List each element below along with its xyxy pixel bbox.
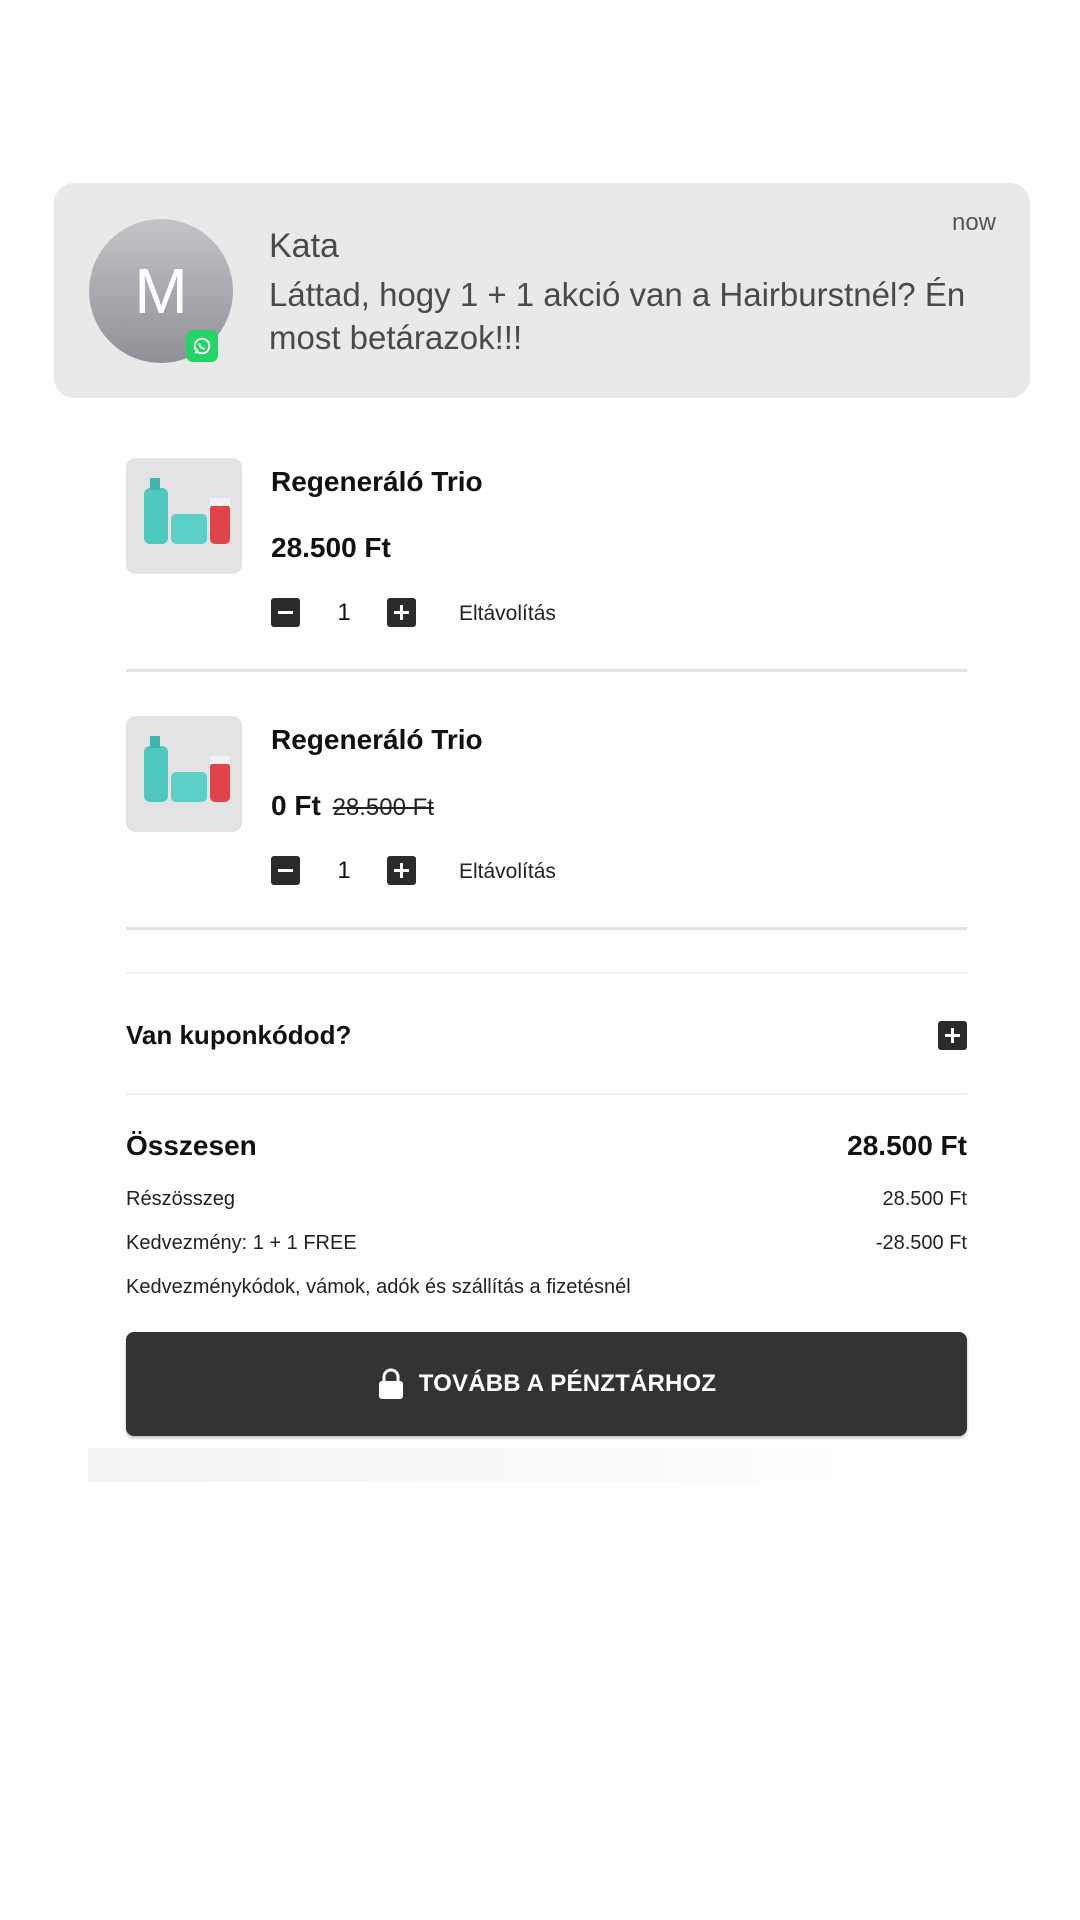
- divider: [126, 1093, 967, 1095]
- discount-value: -28.500 Ft: [875, 1232, 967, 1254]
- discount-label: Kedvezmény: 1 + 1 FREE: [126, 1232, 357, 1254]
- whatsapp-notification[interactable]: M Kata now Láttad, hogy 1 + 1 akció van …: [54, 183, 1030, 398]
- total-value: 28.500 Ft: [847, 1130, 967, 1161]
- total-label: Összesen: [126, 1130, 257, 1161]
- lock-icon: [378, 1368, 403, 1399]
- subtotal-label: Részösszeg: [126, 1188, 235, 1210]
- cart-page: M Kata now Láttad, hogy 1 + 1 akció van …: [0, 0, 1080, 1920]
- divider: [126, 669, 967, 672]
- notification-time: now: [951, 209, 996, 236]
- divider: [126, 972, 967, 974]
- product-image[interactable]: [126, 716, 242, 832]
- quantity-increase-button[interactable]: [387, 856, 416, 885]
- coupon-expand-button[interactable]: [938, 1021, 967, 1050]
- checkout-button[interactable]: TOVÁBB A PÉNZTÁRHOZ: [126, 1332, 967, 1436]
- notification-message: Láttad, hogy 1 + 1 akció van a Hairburst…: [269, 276, 966, 356]
- price-original: 28.500 Ft: [332, 794, 434, 821]
- product-image[interactable]: [126, 458, 242, 574]
- product-price: 0 Ft 28.500 Ft: [271, 790, 434, 822]
- cart-item: Regeneráló Trio 0 Ft 28.500 Ft 1 Eltávol…: [126, 716, 967, 931]
- quantity-increase-button[interactable]: [387, 598, 416, 627]
- quantity-decrease-button[interactable]: [271, 856, 300, 885]
- price-current: 28.500 Ft: [271, 532, 391, 563]
- cart-item: Regeneráló Trio 28.500 Ft 1 Eltávolítás: [126, 458, 967, 673]
- shadow-fade: [88, 1448, 848, 1482]
- divider: [126, 927, 967, 930]
- subtotal-value: 28.500 Ft: [882, 1188, 967, 1210]
- quantity-value: 1: [337, 599, 351, 626]
- whatsapp-icon: [186, 330, 218, 362]
- checkout-note: Kedvezménykódok, vámok, adók és szállítá…: [126, 1276, 631, 1298]
- avatar-letter: M: [134, 255, 188, 327]
- notification-sender: Kata: [269, 227, 339, 265]
- product-title[interactable]: Regeneráló Trio: [271, 466, 483, 498]
- quantity-value: 1: [337, 857, 351, 884]
- coupon-toggle-label[interactable]: Van kuponkódod?: [126, 1020, 351, 1051]
- product-price: 28.500 Ft: [271, 532, 391, 564]
- price-current: 0 Ft: [271, 790, 321, 821]
- remove-link[interactable]: Eltávolítás: [459, 860, 556, 884]
- remove-link[interactable]: Eltávolítás: [459, 602, 556, 626]
- checkout-button-label: TOVÁBB A PÉNZTÁRHOZ: [418, 1370, 717, 1397]
- product-title[interactable]: Regeneráló Trio: [271, 724, 483, 756]
- quantity-decrease-button[interactable]: [271, 598, 300, 627]
